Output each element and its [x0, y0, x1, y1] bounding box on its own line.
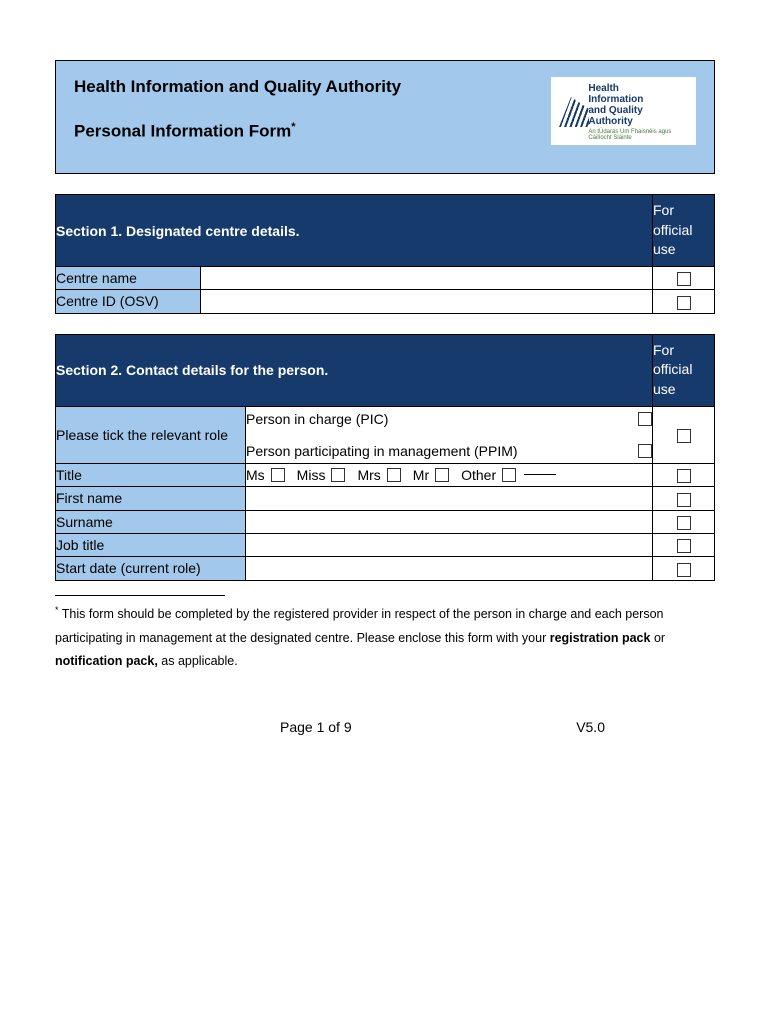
section-1-table: Section 1. Designated centre details. Fo…	[55, 194, 715, 314]
title-options: Ms Miss Mrs Mr Other	[246, 463, 653, 486]
official-use-header: For official use	[653, 195, 715, 267]
surname-label: Surname	[56, 510, 246, 533]
section-2-table: Section 2. Contact details for the perso…	[55, 334, 715, 581]
role-ppim-label: Person participating in management (PPIM…	[246, 443, 518, 459]
surname-official-check[interactable]	[653, 510, 715, 533]
table-row: Surname	[56, 510, 715, 533]
logo-mark-icon	[559, 83, 582, 127]
start-date-official-check[interactable]	[653, 557, 715, 580]
title-label: Title	[56, 463, 246, 486]
start-date-input[interactable]	[246, 557, 653, 580]
footnote-marker: *	[291, 121, 295, 133]
job-title-input[interactable]	[246, 533, 653, 556]
title-mr-checkbox[interactable]	[435, 468, 449, 482]
centre-name-label: Centre name	[56, 267, 201, 290]
table-row: Centre ID (OSV)	[56, 290, 715, 313]
title-official-check[interactable]	[653, 463, 715, 486]
title-ms-checkbox[interactable]	[271, 468, 285, 482]
first-name-input[interactable]	[246, 487, 653, 510]
role-pic-label: Person in charge (PIC)	[246, 411, 388, 427]
centre-id-official-check[interactable]	[653, 290, 715, 313]
role-label: Please tick the relevant role	[56, 406, 246, 463]
role-options: Person in charge (PIC) Person participat…	[246, 406, 653, 463]
org-title: Health Information and Quality Authority	[74, 77, 401, 97]
table-row: First name	[56, 487, 715, 510]
logo-text: Health Information and Quality Authority…	[588, 83, 688, 141]
job-title-label: Job title	[56, 533, 246, 556]
version-number: V5.0	[576, 719, 605, 735]
table-row: Please tick the relevant role Person in …	[56, 406, 715, 463]
centre-name-input[interactable]	[201, 267, 653, 290]
first-name-label: First name	[56, 487, 246, 510]
footnote-separator	[55, 595, 225, 596]
section-2-title: Section 2. Contact details for the perso…	[56, 334, 653, 406]
official-use-header: For official use	[653, 334, 715, 406]
table-row: Job title	[56, 533, 715, 556]
centre-name-official-check[interactable]	[653, 267, 715, 290]
surname-input[interactable]	[246, 510, 653, 533]
page-number: Page 1 of 9	[280, 719, 352, 735]
job-title-official-check[interactable]	[653, 533, 715, 556]
table-row: Title Ms Miss Mrs Mr Other	[56, 463, 715, 486]
title-other-input[interactable]	[524, 474, 556, 475]
title-other-checkbox[interactable]	[502, 468, 516, 482]
hiqa-logo: Health Information and Quality Authority…	[551, 77, 696, 145]
table-row: Start date (current role)	[56, 557, 715, 580]
centre-id-label: Centre ID (OSV)	[56, 290, 201, 313]
form-header: Health Information and Quality Authority…	[55, 60, 715, 174]
header-text: Health Information and Quality Authority…	[74, 77, 401, 142]
title-mrs-checkbox[interactable]	[387, 468, 401, 482]
centre-id-input[interactable]	[201, 290, 653, 313]
form-title: Personal Information Form*	[74, 121, 401, 142]
title-miss-checkbox[interactable]	[331, 468, 345, 482]
role-pic-checkbox[interactable]	[638, 412, 652, 426]
role-official-check[interactable]	[653, 406, 715, 463]
footnote-text: * This form should be completed by the r…	[55, 602, 715, 674]
role-ppim-checkbox[interactable]	[638, 444, 652, 458]
table-row: Centre name	[56, 267, 715, 290]
first-name-official-check[interactable]	[653, 487, 715, 510]
start-date-label: Start date (current role)	[56, 557, 246, 580]
page-footer: Page 1 of 9 V5.0	[55, 719, 715, 735]
section-1-title: Section 1. Designated centre details.	[56, 195, 653, 267]
